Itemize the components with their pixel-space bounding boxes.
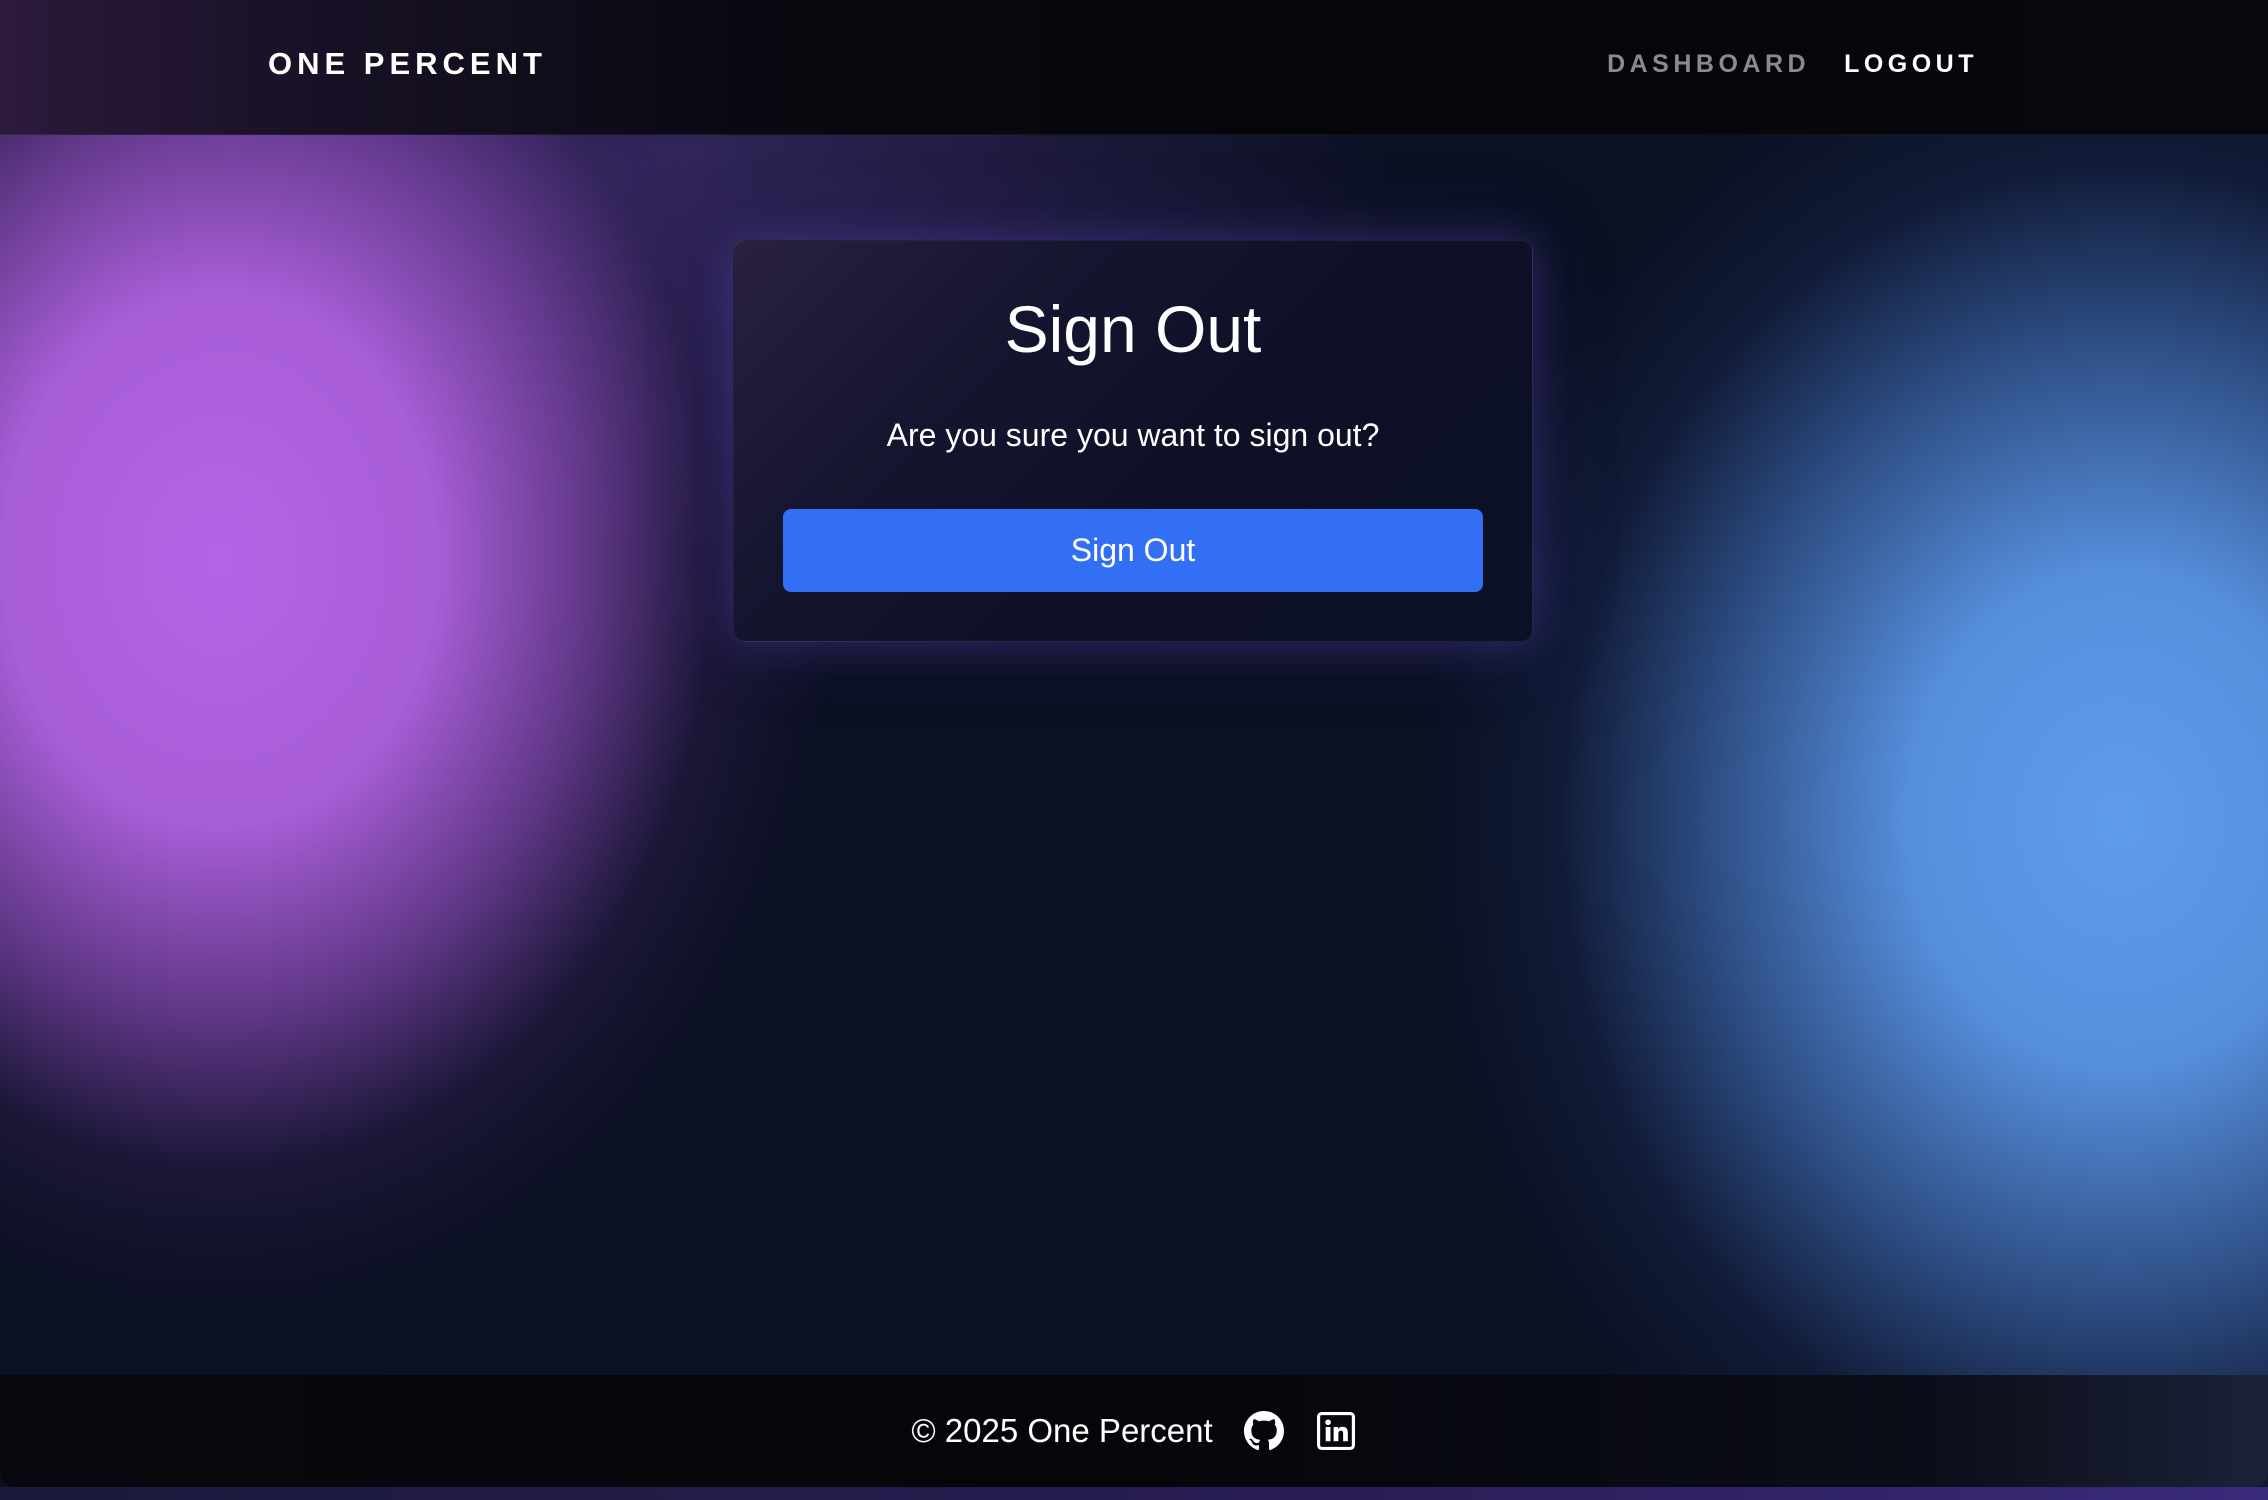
nav-dashboard-link[interactable]: DASHBOARD [1607, 50, 1810, 79]
page: ONE PERCENT DASHBOARD LOGOUT Sign Out Ar… [0, 0, 2268, 1500]
github-icon[interactable] [1243, 1410, 1285, 1452]
bottom-edge [0, 1487, 2268, 1500]
copyright-text: © 2025 One Percent [911, 1412, 1213, 1449]
sign-out-button[interactable]: Sign Out [783, 509, 1483, 592]
card-title: Sign Out [1004, 292, 1262, 366]
confirm-message: Are you sure you want to sign out? [886, 417, 1380, 453]
brand-logo[interactable]: ONE PERCENT [268, 46, 547, 82]
nav-logout-link[interactable]: LOGOUT [1844, 50, 1978, 79]
signout-card: Sign Out Are you sure you want to sign o… [733, 240, 1533, 642]
background-gradient [0, 0, 2268, 1500]
footer: © 2025 One Percent [0, 1375, 2268, 1487]
main-nav: DASHBOARD LOGOUT [1607, 50, 1978, 79]
top-navbar: ONE PERCENT DASHBOARD LOGOUT [0, 0, 2268, 135]
linkedin-icon[interactable] [1315, 1410, 1357, 1452]
footer-content: © 2025 One Percent [0, 1375, 2268, 1487]
